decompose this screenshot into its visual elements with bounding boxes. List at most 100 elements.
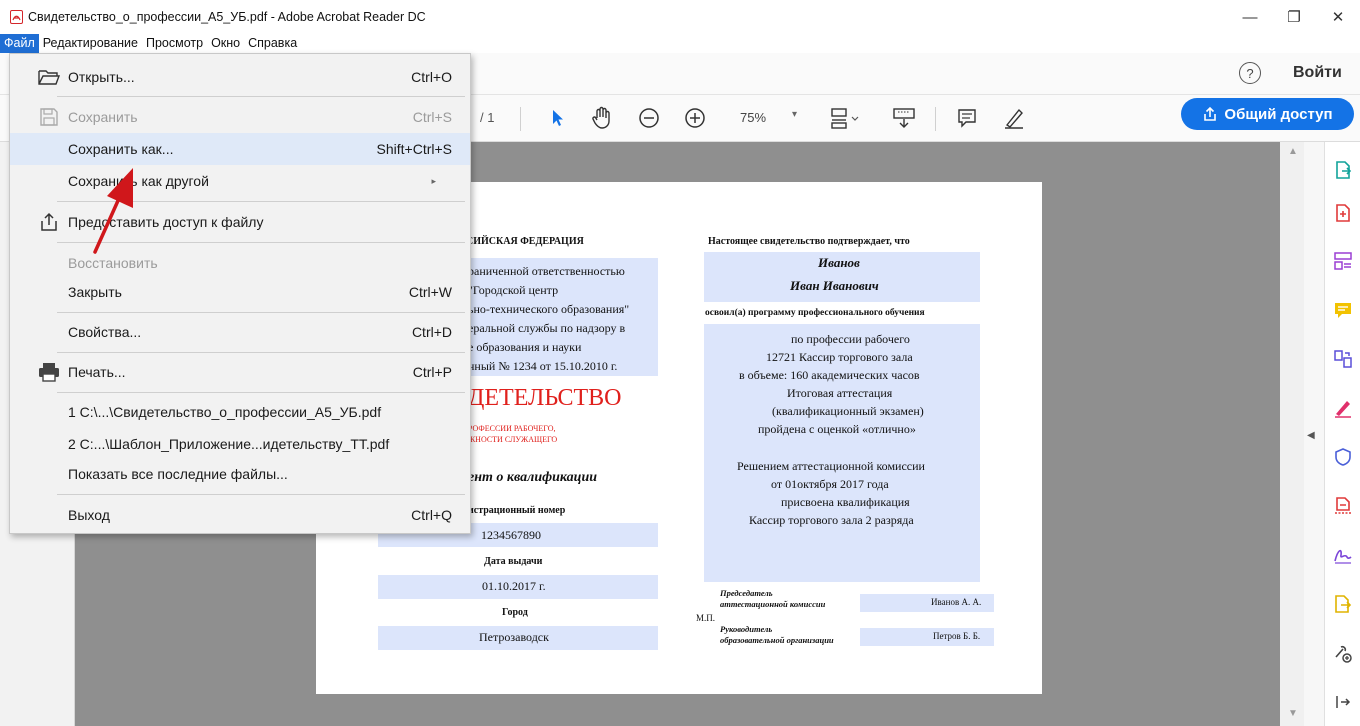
menu-separator [57, 96, 465, 97]
menu-edit[interactable]: Редактирование [39, 34, 142, 53]
certificate-subtitle: ЖНОСТИ СЛУЖАЩЕГО [468, 435, 558, 444]
chair-label: Председатель [720, 588, 773, 598]
menu-revert: Восстановить [68, 255, 158, 271]
tools-rail [1324, 142, 1360, 726]
collapse-pane-icon[interactable]: ◀ [1307, 430, 1315, 441]
holder-surname: Иванов [818, 255, 860, 270]
menu-properties[interactable]: Свойства... Ctrl+D [10, 316, 470, 348]
head-label: образовательной организации [720, 635, 834, 645]
submenu-arrow-icon: ▸ [431, 175, 436, 186]
menu-separator [57, 392, 465, 393]
zoom-level[interactable]: 75% [740, 110, 766, 125]
certificate-subtitle: РОФЕССИИ РАБОЧЕГО, [468, 424, 556, 433]
share-button[interactable]: Общий доступ [1181, 98, 1354, 130]
file-menu-dropdown: Открыть... Ctrl+O Сохранить Ctrl+S Сохра… [9, 53, 471, 534]
org-line: е образования и науки [468, 340, 582, 354]
menu-show-recent-files[interactable]: Показать все последние файлы... [10, 458, 470, 490]
program-line: по профессии рабочего [791, 332, 910, 346]
program-line: пройдена с оценкой «отлично» [758, 422, 916, 436]
fit-page-icon[interactable] [829, 105, 863, 131]
toolbar-divider [935, 107, 936, 131]
close-button[interactable]: ✕ [1316, 0, 1360, 34]
program-line: Итоговая аттестация [787, 386, 893, 400]
page-count: / 1 [480, 110, 495, 125]
program-line: Кассир торгового зала 2 разряда [749, 513, 914, 527]
menu-help[interactable]: Справка [244, 34, 301, 53]
menu-view[interactable]: Просмотр [142, 34, 207, 53]
menu-window[interactable]: Окно [207, 34, 244, 53]
help-icon[interactable]: ? [1239, 62, 1261, 84]
title-bar: Свидетельство_о_профессии_А5_УБ.pdf - Ad… [0, 0, 1360, 34]
org-line: еральной службы по надзору в [468, 321, 626, 335]
zoom-in-icon[interactable] [683, 105, 707, 131]
select-arrow-icon[interactable] [549, 105, 567, 131]
chair-name: Иванов А. А. [931, 597, 982, 607]
org-line: нный № 1234 от 15.10.2010 г. [468, 359, 618, 373]
issue-date: 01.10.2017 г. [482, 579, 546, 593]
menu-save: Сохранить Ctrl+S [10, 101, 470, 133]
menu-separator [57, 242, 465, 243]
org-line: раниченной ответственностью [468, 264, 625, 278]
protect-shield-icon[interactable] [1333, 447, 1353, 467]
sign-in-link[interactable]: Войти [1293, 64, 1342, 82]
comment-tool-icon[interactable] [1333, 300, 1353, 320]
program-line: Решением аттестационной комиссии [737, 459, 925, 473]
menu-open[interactable]: Открыть... Ctrl+O [10, 61, 470, 93]
zoom-out-icon[interactable] [637, 105, 661, 131]
org-line: ьно-технического образования" [468, 302, 630, 316]
more-tools-icon[interactable] [1333, 643, 1353, 663]
city-label: Город [502, 607, 528, 618]
chair-label: аттестационной комиссии [720, 599, 826, 609]
scroll-mode-icon[interactable] [891, 105, 917, 131]
expand-pane-icon[interactable] [1333, 692, 1353, 712]
holder-name: Иван Иванович [790, 278, 879, 293]
menu-print[interactable]: Печать... Ctrl+P [10, 356, 470, 388]
upload-share-icon [1204, 106, 1217, 121]
menu-save-as[interactable]: Сохранить как... Shift+Ctrl+S [10, 133, 470, 165]
combine-files-icon[interactable] [1333, 349, 1353, 369]
confirms-heading: Настоящее свидетельство подтверждает, чт… [708, 236, 910, 247]
document-type: ент о квалификации [468, 470, 598, 485]
signature-icon[interactable] [1333, 545, 1353, 565]
redact-icon[interactable] [1333, 496, 1353, 516]
open-folder-icon [37, 66, 61, 88]
registration-label: истрационный номер [468, 505, 566, 516]
registration-number: 1234567890 [481, 528, 541, 542]
chevron-down-icon[interactable]: ▾ [792, 109, 797, 120]
menu-separator [57, 312, 465, 313]
program-heading: освоил(а) программу профессионального об… [705, 308, 925, 318]
program-line: от 01октября 2017 года [771, 477, 889, 491]
menu-save-as-other[interactable]: Сохранить как другой ▸ [10, 165, 470, 197]
fill-sign-icon[interactable] [1333, 398, 1353, 418]
send-for-review-icon[interactable] [1333, 594, 1353, 614]
share-icon [37, 211, 61, 233]
menu-file[interactable]: Файл [0, 34, 39, 53]
share-label: Общий доступ [1224, 105, 1333, 123]
program-line: в объеме: 160 академических часов [739, 368, 920, 382]
menu-exit[interactable]: Выход Ctrl+Q [10, 499, 470, 531]
program-line: 12721 Кассир торгового зала [766, 350, 913, 364]
menu-recent-file-1[interactable]: 1 C:\...\Свидетельство_о_профессии_А5_УБ… [10, 396, 470, 428]
country-heading: СИЙСКАЯ ФЕДЕРАЦИЯ [466, 236, 584, 247]
highlight-pen-icon[interactable] [1001, 105, 1027, 131]
org-line: "Городской центр [468, 283, 559, 297]
menu-recent-file-2[interactable]: 2 C:...\Шаблон_Приложение...идетельству_… [10, 428, 470, 460]
create-pdf-icon[interactable] [1333, 203, 1353, 223]
menu-share-file[interactable]: Предоставить доступ к файлу [10, 206, 470, 238]
toolbar-divider [520, 107, 521, 131]
head-label: Руководитель [720, 624, 773, 634]
vertical-scrollbar[interactable] [1280, 142, 1304, 726]
menu-bar: Файл Редактирование Просмотр Окно Справк… [0, 34, 1360, 53]
scroll-down-icon[interactable]: ▼ [1288, 708, 1298, 719]
hand-tool-icon[interactable] [590, 105, 614, 131]
minimize-button[interactable]: — [1228, 0, 1272, 34]
printer-icon [37, 361, 61, 383]
restore-button[interactable]: ❐ [1272, 0, 1316, 34]
organize-pages-icon[interactable] [1333, 251, 1353, 271]
city-value: Петрозаводск [479, 630, 549, 644]
scroll-up-icon[interactable]: ▲ [1288, 146, 1298, 157]
comment-icon[interactable] [955, 105, 979, 131]
menu-close[interactable]: Закрыть Ctrl+W [10, 276, 470, 308]
window-title: Свидетельство_о_профессии_А5_УБ.pdf - Ad… [28, 10, 426, 24]
export-pdf-icon[interactable] [1333, 160, 1353, 180]
